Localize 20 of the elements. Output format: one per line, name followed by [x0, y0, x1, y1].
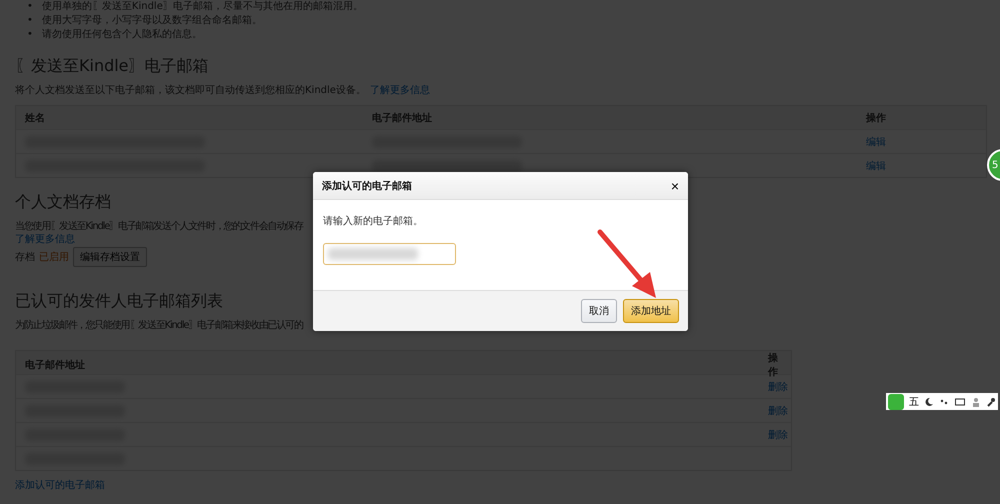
- ime-logo-icon: [888, 394, 904, 410]
- archive-status: 已启用: [39, 250, 69, 264]
- bullet-marker: •: [27, 14, 33, 28]
- learn-more-link[interactable]: 了解更多信息: [15, 234, 75, 245]
- dialog-prompt: 请输入新的电子邮箱。: [323, 214, 424, 228]
- delete-link[interactable]: 删除: [768, 428, 788, 442]
- user-icon[interactable]: [971, 396, 981, 406]
- learn-more-link[interactable]: 了解更多信息: [370, 85, 430, 96]
- bullet-marker: •: [27, 28, 33, 42]
- bullet-marker: •: [27, 0, 33, 14]
- delete-link[interactable]: 删除: [768, 404, 788, 418]
- cancel-button[interactable]: 取消: [581, 299, 617, 323]
- add-address-button[interactable]: 添加地址: [623, 299, 679, 323]
- ime-mode[interactable]: 五: [909, 394, 919, 408]
- email-input-field[interactable]: [323, 243, 456, 265]
- delete-link[interactable]: 删除: [768, 380, 788, 394]
- close-button[interactable]: ×: [670, 178, 679, 194]
- dialog-title: 添加认可的电子邮箱: [322, 180, 412, 192]
- moon-icon[interactable]: [924, 396, 934, 406]
- add-email-link[interactable]: 添加认可的电子邮箱: [15, 480, 105, 491]
